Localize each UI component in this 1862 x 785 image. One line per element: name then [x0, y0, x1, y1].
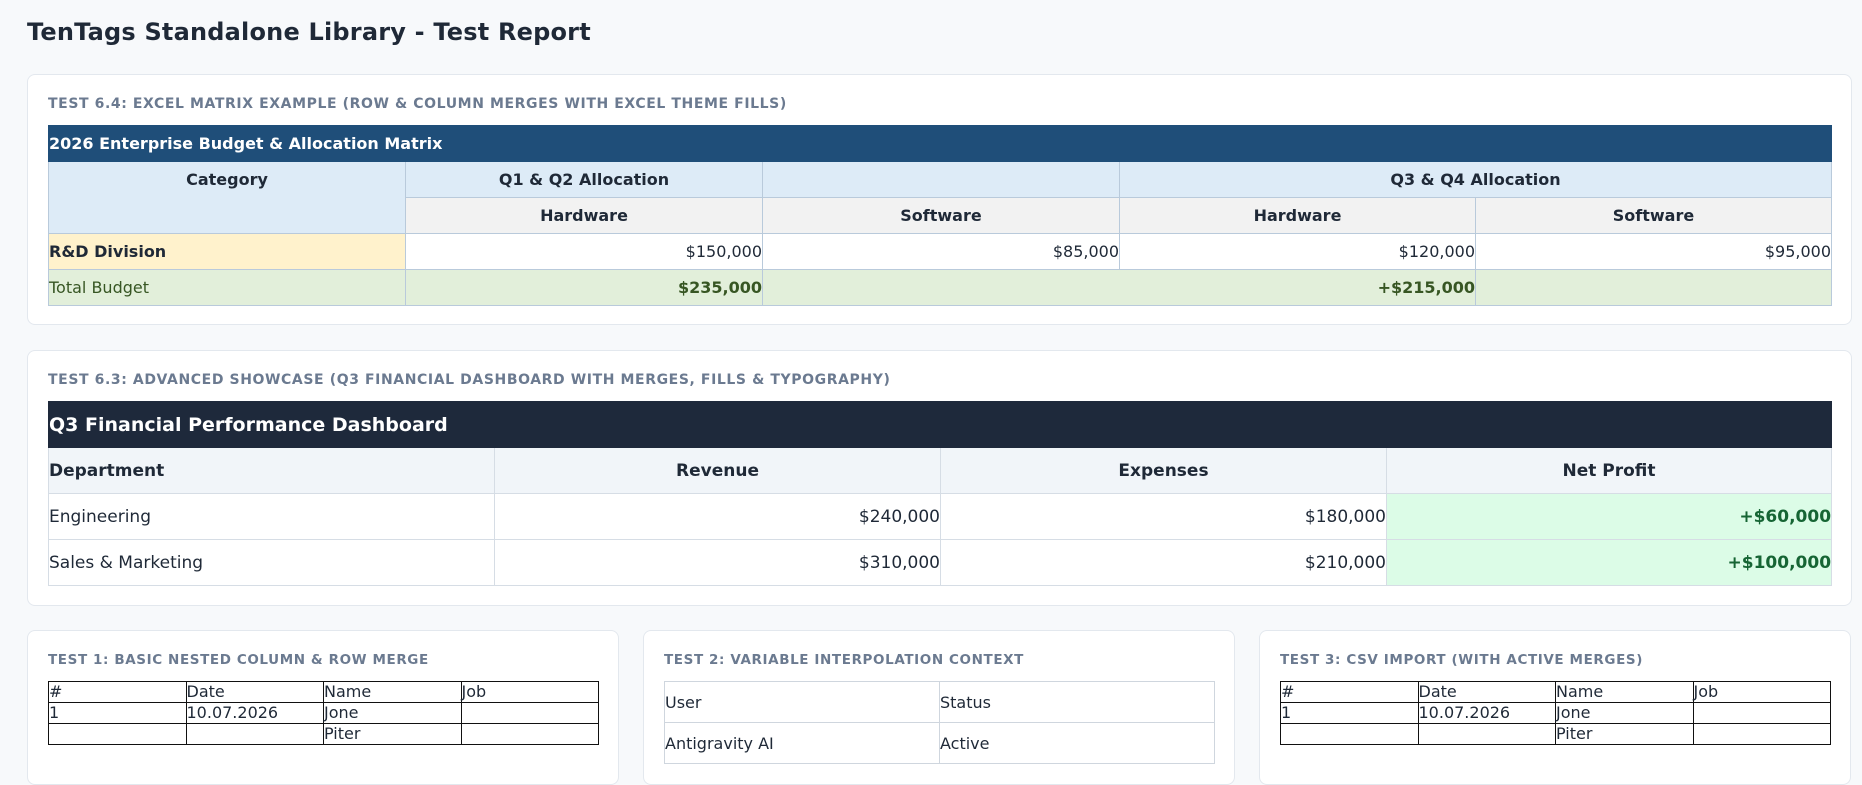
group-header-spacer — [762, 161, 1120, 198]
table-row: Department Revenue Expenses Net Profit — [48, 447, 1833, 494]
group-header-q1q2: Q1 & Q2 Allocation — [405, 161, 763, 198]
column-header: Job — [460, 681, 599, 703]
table-row: 2026 Enterprise Budget & Allocation Matr… — [48, 125, 1832, 162]
excel-matrix-card: TEST 6.4: EXCEL MATRIX EXAMPLE (ROW & CO… — [27, 74, 1852, 325]
sub-header: Hardware — [1119, 197, 1476, 234]
test2-label: TEST 2: VARIABLE INTERPOLATION CONTEXT — [664, 652, 1024, 668]
table-cell — [1692, 702, 1831, 724]
column-header: Name — [1555, 681, 1694, 703]
column-header: Net Profit — [1385, 447, 1833, 494]
value-cell: $95,000 — [1475, 233, 1832, 270]
excel-table-title: 2026 Enterprise Budget & Allocation Matr… — [48, 125, 1832, 162]
table-cell — [460, 723, 599, 745]
expenses-cell: $180,000 — [940, 493, 1387, 540]
column-header: Date — [185, 681, 324, 703]
test3-table: # Date Name Job 1 10.07.2026 Jone Piter — [1280, 681, 1831, 745]
net-profit-cell: +$60,000 — [1385, 493, 1833, 540]
expenses-cell: $210,000 — [940, 539, 1387, 586]
dashboard-title: Q3 Financial Performance Dashboard — [47, 401, 1833, 448]
dashboard-section-label: TEST 6.3: ADVANCED SHOWCASE (Q3 FINANCIA… — [48, 372, 891, 388]
test1-label: TEST 1: BASIC NESTED COLUMN & ROW MERGE — [48, 652, 429, 668]
table-cell: 1 — [1280, 702, 1419, 724]
dashboard-card: TEST 6.3: ADVANCED SHOWCASE (Q3 FINANCIA… — [27, 350, 1852, 606]
value-cell: $85,000 — [762, 233, 1120, 270]
table-cell: Active — [939, 722, 1215, 764]
test2-card: TEST 2: VARIABLE INTERPOLATION CONTEXT U… — [643, 630, 1235, 785]
sub-header: Hardware — [405, 197, 763, 234]
table-cell: User — [664, 681, 940, 723]
table-row: # Date Name Job — [1280, 681, 1831, 703]
value-cell: $150,000 — [405, 233, 763, 270]
excel-section-label: TEST 6.4: EXCEL MATRIX EXAMPLE (ROW & CO… — [48, 96, 787, 112]
table-cell: Status — [939, 681, 1215, 723]
excel-matrix-table: 2026 Enterprise Budget & Allocation Matr… — [48, 125, 1832, 306]
table-cell: Piter — [1555, 723, 1694, 745]
table-row: Total Budget $235,000 +$215,000 — [48, 269, 1832, 306]
table-row: Piter — [48, 723, 599, 745]
revenue-cell: $310,000 — [494, 539, 941, 586]
table-row: 1 10.07.2026 Jone — [1280, 702, 1831, 724]
table-cell — [1280, 723, 1419, 745]
table-cell — [48, 723, 187, 745]
value-cell: $120,000 — [1119, 233, 1476, 270]
total-label: Total Budget — [48, 269, 406, 306]
table-cell: Jone — [323, 702, 462, 724]
category-header: Category — [48, 161, 406, 234]
column-header: Name — [323, 681, 462, 703]
test1-table: # Date Name Job 1 10.07.2026 Jone Piter — [48, 681, 599, 745]
department-cell: Engineering — [48, 493, 495, 540]
table-row: Category Q1 & Q2 Allocation Q3 & Q4 Allo… — [48, 161, 1832, 234]
column-header: Revenue — [494, 447, 941, 494]
table-row: # Date Name Job — [48, 681, 599, 703]
table-row: R&D Division $150,000 $85,000 $120,000 $… — [48, 233, 1832, 270]
table-row: 1 10.07.2026 Jone — [48, 702, 599, 724]
test3-label: TEST 3: CSV IMPORT (WITH ACTIVE MERGES) — [1280, 652, 1644, 668]
table-cell — [1417, 723, 1556, 745]
page-title: TenTags Standalone Library - Test Report — [27, 18, 591, 46]
dashboard-table: Q3 Financial Performance Dashboard Depar… — [47, 401, 1833, 586]
table-cell: Piter — [323, 723, 462, 745]
total-h2: +$215,000 — [762, 269, 1476, 306]
table-row: Piter — [1280, 723, 1831, 745]
row-label: R&D Division — [48, 233, 406, 270]
total-empty — [1475, 269, 1832, 306]
department-cell: Sales & Marketing — [48, 539, 495, 586]
revenue-cell: $240,000 — [494, 493, 941, 540]
table-cell: 1 — [48, 702, 187, 724]
net-profit-cell: +$100,000 — [1385, 539, 1833, 586]
column-header: # — [48, 681, 187, 703]
sub-header: Software — [1475, 197, 1832, 234]
sub-header: Software — [762, 197, 1120, 234]
table-row: Q3 Financial Performance Dashboard — [47, 401, 1833, 448]
test1-card: TEST 1: BASIC NESTED COLUMN & ROW MERGE … — [27, 630, 619, 785]
table-row: Engineering $240,000 $180,000 +$60,000 — [48, 493, 1833, 540]
group-header-q3q4: Q3 & Q4 Allocation — [1119, 161, 1832, 198]
test2-table: User Status Antigravity AI Active — [664, 681, 1215, 764]
table-cell: Jone — [1555, 702, 1694, 724]
column-header: Expenses — [940, 447, 1387, 494]
column-header: Date — [1417, 681, 1556, 703]
table-row: User Status — [664, 681, 1215, 723]
table-cell: 10.07.2026 — [1417, 702, 1556, 724]
table-cell: 10.07.2026 — [185, 702, 324, 724]
column-header: # — [1280, 681, 1419, 703]
total-h1: $235,000 — [405, 269, 763, 306]
test3-card: TEST 3: CSV IMPORT (WITH ACTIVE MERGES) … — [1259, 630, 1851, 785]
table-cell — [460, 702, 599, 724]
table-cell: Antigravity AI — [664, 722, 940, 764]
table-cell — [185, 723, 324, 745]
table-row: Antigravity AI Active — [664, 722, 1215, 764]
table-cell — [1692, 723, 1831, 745]
column-header: Department — [48, 447, 495, 494]
table-row: Sales & Marketing $310,000 $210,000 +$10… — [48, 539, 1833, 586]
column-header: Job — [1692, 681, 1831, 703]
